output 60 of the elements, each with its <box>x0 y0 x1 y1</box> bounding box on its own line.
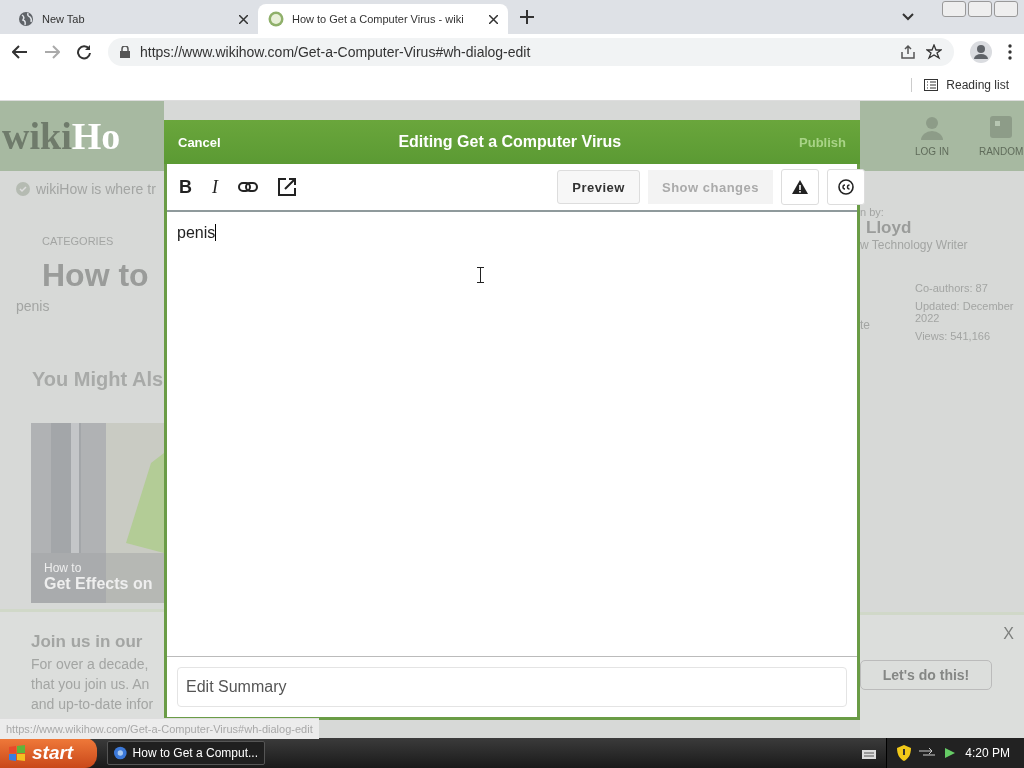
bold-button[interactable]: B <box>179 176 192 198</box>
warning-button[interactable] <box>781 169 819 205</box>
site-logo-icon <box>268 11 284 27</box>
close-banner-button[interactable]: X <box>1003 625 1014 643</box>
close-tab-icon[interactable] <box>489 14 498 24</box>
related-article-card[interactable]: How to Get Effects on <box>31 423 164 603</box>
author-name[interactable]: Lloyd <box>860 218 1024 238</box>
nav-link[interactable]: RANDOM <box>978 145 1024 157</box>
editor-text[interactable]: penis <box>177 224 217 241</box>
preview-button[interactable]: Preview <box>557 170 640 204</box>
share-icon[interactable] <box>900 44 916 60</box>
banner-text-line: that you join us. An <box>31 676 151 692</box>
user-icon <box>920 115 943 140</box>
menu-icon[interactable] <box>1008 44 1012 60</box>
link-icon <box>238 181 258 193</box>
shield-icon[interactable] <box>897 745 912 761</box>
show-changes-button[interactable]: Show changes <box>647 170 773 204</box>
banner-heading: Join us in our <box>31 632 144 652</box>
keyboard-icon[interactable] <box>862 747 877 759</box>
profile-icon[interactable] <box>970 41 992 63</box>
warning-icon <box>792 180 808 194</box>
browser-tab[interactable]: New Tab <box>8 4 258 34</box>
cancel-button[interactable]: Cancel <box>178 134 221 150</box>
browser-tab[interactable]: How to Get a Computer Virus - wiki <box>258 4 508 34</box>
article-title: How to <box>41 256 150 294</box>
italic-button[interactable]: I <box>212 176 218 198</box>
publish-button[interactable]: Publish <box>799 134 846 150</box>
edit-summary-field[interactable]: Edit Summary <box>177 667 847 707</box>
address-bar[interactable]: https://www.wikihow.com/Get-a-Computer-Virus#wh-dialog-edit <box>108 38 954 66</box>
back-icon[interactable] <box>12 45 28 59</box>
reload-icon[interactable] <box>76 44 92 60</box>
chevron-down-icon[interactable] <box>902 13 914 21</box>
link-button[interactable] <box>238 181 258 193</box>
taskbar-task[interactable]: How to Get a Comput... <box>107 741 265 765</box>
creative-commons-icon <box>838 179 854 195</box>
card-kicker: How to <box>44 561 83 575</box>
windows-flag-icon <box>8 745 26 761</box>
lock-icon <box>120 46 130 58</box>
start-button[interactable]: start <box>0 738 97 768</box>
banner-text-line: For over a decade, <box>31 656 150 672</box>
text-cursor-icon <box>477 267 484 283</box>
cta-button[interactable]: Let's do this! <box>860 660 992 690</box>
reading-list-button[interactable]: Reading list <box>911 78 1009 92</box>
external-link-icon <box>278 178 296 196</box>
external-link-button[interactable] <box>278 178 296 196</box>
globe-icon <box>18 11 34 27</box>
status-url-tooltip: https://www.wikihow.com/Get-a-Computer-Virus#wh-dialog-edit <box>0 718 319 739</box>
dialog-title: Editing Get a Computer Virus <box>398 133 622 151</box>
clock: 4:20 PM <box>965 746 1010 760</box>
close-tab-icon[interactable] <box>239 14 248 24</box>
banner-text-line: and up-to-date infor <box>31 696 155 712</box>
card-title: Get Effects on <box>44 575 153 593</box>
list-icon <box>924 79 939 91</box>
license-button[interactable] <box>827 169 865 205</box>
nav-link[interactable]: LOG IN <box>915 145 949 157</box>
browser-icon <box>114 746 127 760</box>
new-tab-icon[interactable] <box>520 10 534 24</box>
star-icon[interactable] <box>926 44 942 60</box>
check-badge-icon <box>16 182 30 196</box>
network-icon[interactable] <box>919 747 936 759</box>
